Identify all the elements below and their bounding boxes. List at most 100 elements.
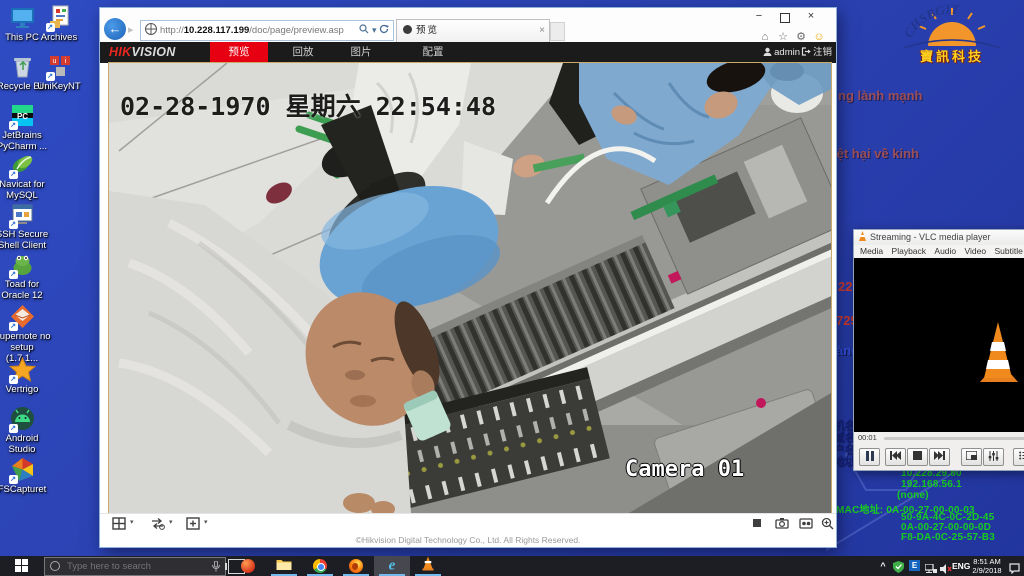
url-prefix: http:// [160, 25, 184, 36]
tray-network-icon[interactable] [925, 561, 937, 576]
camera-video-scene [109, 63, 831, 513]
nav-tab-playback[interactable]: 回放 [280, 42, 326, 63]
vlc-menu-bar: Media Playback Audio Video Subtitle Tool… [854, 245, 1024, 258]
vlc-menu-playback[interactable]: Playback [892, 246, 927, 256]
desktop-icon-archives[interactable]: ↗ Archives [30, 4, 88, 43]
vlc-menu-subtitle[interactable]: Subtitle [995, 246, 1023, 256]
record-icon[interactable] [799, 517, 813, 529]
add-window-icon[interactable] [186, 517, 200, 530]
taskbar-app-launcher[interactable] [230, 556, 266, 576]
tray-show-hidden-icons[interactable]: ^ [876, 556, 890, 576]
shortcut-arrow-icon: ↗ [46, 72, 55, 81]
nav-tab-picture[interactable]: 图片 [338, 42, 384, 63]
chsbgt-logo: CHSBGIT 寶訊科技 [892, 2, 1012, 68]
tab-title: 预览 [416, 25, 439, 36]
desktop-icon-supernote[interactable]: ↗ Supernote no setup (1.7.1... [0, 303, 51, 364]
vlc-seek-bar[interactable]: 00:01 [854, 432, 1024, 444]
window-close-button[interactable]: × [800, 10, 822, 24]
window-maximize-button[interactable] [774, 10, 796, 24]
file-explorer-icon [277, 557, 292, 575]
vlc-stop-button[interactable] [907, 448, 928, 466]
vlc-menu-video[interactable]: Video [965, 246, 987, 256]
desktop-icon-unikeynt[interactable]: u i ↗ UniKeyNT [30, 53, 88, 92]
action-center-icon[interactable] [1009, 561, 1020, 576]
desktop-icon-fscapture[interactable]: ↗ FSCapturet [0, 456, 51, 495]
cortana-icon [50, 561, 60, 571]
taskbar-vlc[interactable] [410, 556, 446, 576]
app-orb-icon [241, 559, 255, 573]
vlc-elapsed-time: 00:01 [858, 433, 877, 442]
search-icon[interactable] [359, 24, 369, 34]
desktop-icon-pycharm[interactable]: PC ↗ JetBrains PyCharm ... [0, 102, 51, 152]
stop-all-icon[interactable] [752, 517, 762, 529]
vlc-pause-button[interactable] [859, 448, 880, 466]
search-input[interactable] [65, 558, 199, 575]
new-tab-button[interactable] [550, 22, 565, 41]
page-footer: ©Hikvision Digital Technology Co., Ltd. … [100, 535, 836, 545]
vlc-fullscreen-button[interactable] [961, 448, 982, 466]
vlc-next-button[interactable] [929, 448, 950, 466]
start-button[interactable] [0, 556, 44, 576]
refresh-icon[interactable] [379, 24, 390, 34]
taskbar-search[interactable] [44, 557, 226, 576]
tray-defender-shield-icon[interactable] [893, 560, 904, 576]
supernote-icon: ↗ [9, 303, 36, 330]
pycharm-badge: PC [16, 112, 27, 121]
nav-tab-preview[interactable]: 预览 [210, 42, 268, 63]
window-minimize-button[interactable]: − [748, 10, 770, 24]
desktop-icon-vertrigo[interactable]: ↗ Vertrigo [0, 356, 51, 395]
vlc-menu-media[interactable]: Media [860, 246, 883, 256]
live-view-video[interactable]: 02-28-1970 星期六 22:54:48 Camera 01 [108, 62, 832, 514]
url-path: /doc/page/preview.asp [249, 25, 344, 36]
desktop-icon-toad[interactable]: ↗ Toad for Oracle 12 [0, 251, 51, 301]
url-domain: 10.228.117.199 [184, 25, 250, 36]
vlc-cone-logo [972, 316, 1024, 390]
browser-window: ← ▸ http://10.228.117.199/doc/page/previ… [100, 8, 836, 547]
unikey-icon: u i ↗ [46, 53, 73, 80]
add-window-caret-icon[interactable]: ▾ [204, 518, 208, 526]
search-dropdown-caret[interactable]: ▾ [372, 25, 377, 35]
taskbar-internet-explorer[interactable]: e [374, 556, 410, 576]
taskbar-chrome[interactable] [302, 556, 338, 576]
taskbar-file-explorer[interactable] [266, 556, 302, 576]
nav-logout[interactable]: 注销 [801, 42, 832, 63]
desktop-icon-ssh[interactable]: ↗ SSH Secure Shell Client [0, 201, 51, 251]
microphone-icon[interactable] [212, 561, 220, 572]
vlc-previous-button[interactable] [885, 448, 906, 466]
vlc-window: Streaming - VLC media player Media Playb… [853, 229, 1024, 471]
browser-tab-preview[interactable]: 预览 × [396, 19, 550, 42]
taskbar-firefox[interactable] [338, 556, 374, 576]
vlc-title-bar[interactable]: Streaming - VLC media player [854, 230, 1024, 245]
desktop-icon-navicat[interactable]: ↗ Navicat for MySQL [0, 151, 51, 201]
tray-e-app-icon[interactable]: E [909, 560, 920, 576]
capture-icon[interactable] [775, 517, 789, 529]
tab-close-icon[interactable]: × [539, 20, 545, 41]
desktop-icon-label: SSH Secure Shell Client [0, 229, 51, 251]
nav-tab-config[interactable]: 配置 [410, 42, 456, 63]
vlc-seek-groove[interactable] [884, 437, 1024, 440]
vlc-menu-audio[interactable]: Audio [934, 246, 956, 256]
bginfo-ip-3: (none) [897, 490, 929, 501]
browser-forward-button[interactable]: ▸ [128, 23, 134, 36]
desktop-icon-label: FSCapturet [0, 484, 51, 495]
stream-type-icon[interactable] [150, 517, 165, 530]
vlc-video-area[interactable] [854, 258, 1024, 432]
layout-caret-icon[interactable]: ▾ [130, 518, 134, 526]
tray-volume-muted-icon[interactable] [940, 561, 952, 576]
vlc-playlist-button[interactable] [1013, 448, 1024, 466]
address-bar[interactable]: http://10.228.117.199/doc/page/preview.a… [140, 20, 394, 41]
firefox-icon [349, 559, 363, 573]
vlc-controls [854, 444, 1024, 470]
shortcut-arrow-icon: ↗ [9, 220, 18, 229]
shortcut-arrow-icon: ↗ [9, 270, 18, 279]
tray-clock[interactable]: 8:51 AM 2/9/2018 [966, 557, 1008, 575]
desktop-icon-android-studio[interactable]: ↗ Android Studio [0, 405, 51, 455]
stream-caret-icon[interactable]: ▾ [169, 518, 173, 526]
digital-zoom-icon[interactable] [821, 517, 834, 530]
browser-chrome: ← ▸ http://10.228.117.199/doc/page/previ… [100, 8, 836, 42]
nav-user[interactable]: admin [763, 42, 800, 63]
vlc-equalizer-button[interactable] [983, 448, 1004, 466]
layout-grid-icon[interactable] [112, 517, 126, 530]
browser-back-button[interactable]: ← [104, 18, 126, 40]
shortcut-arrow-icon: ↗ [9, 375, 18, 384]
